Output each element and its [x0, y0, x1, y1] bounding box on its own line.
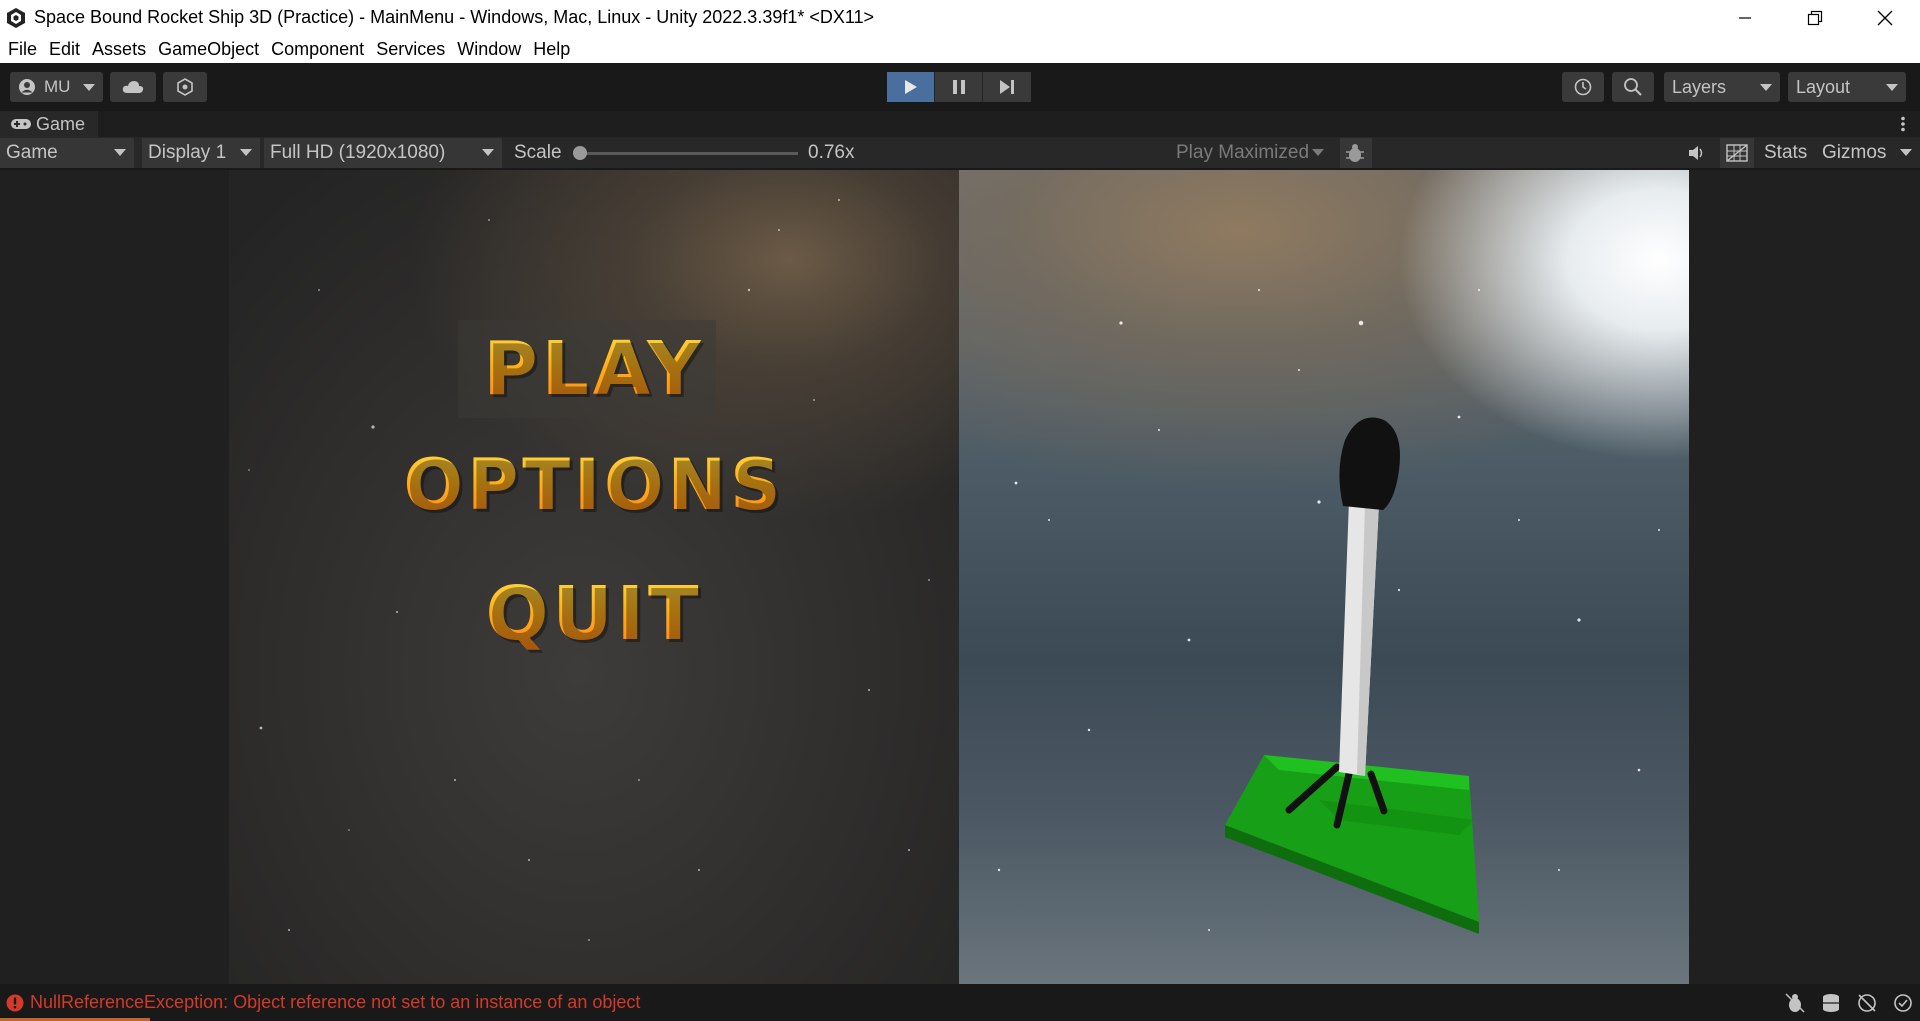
search-icon [1624, 78, 1642, 96]
play-button[interactable] [887, 72, 935, 102]
tab-game-label: Game [36, 113, 86, 134]
status-bar[interactable]: NullReferenceException: Object reference… [0, 984, 1920, 1021]
speaker-icon [1689, 146, 1703, 160]
step-icon [1000, 80, 1014, 94]
layers-label: Layers [1672, 76, 1727, 97]
close-button[interactable] [1850, 0, 1920, 35]
error-icon [6, 994, 24, 1011]
restore-button[interactable] [1780, 0, 1850, 35]
display-dropdown[interactable]: Display 1 [142, 138, 260, 168]
play-mode-dropdown[interactable]: Play Maximized [1170, 138, 1332, 168]
rocket-scene [1225, 417, 1479, 934]
chevron-down-icon [1886, 84, 1898, 91]
layout-dropdown[interactable]: Layout [1788, 72, 1906, 102]
scale-slider-handle[interactable] [573, 146, 587, 160]
playmode-controls [887, 72, 1031, 102]
chevron-down-icon [240, 149, 252, 156]
collab-icon [177, 78, 193, 96]
scale-slider-track[interactable] [580, 152, 798, 155]
menu-assets[interactable]: Assets [86, 39, 152, 60]
rocket-nose-cone [1339, 417, 1400, 510]
panel-tab-bar: Game [0, 111, 1920, 137]
stats-label: Stats [1764, 142, 1808, 163]
more-options-icon[interactable] [1900, 116, 1906, 132]
pause-icon [952, 80, 965, 94]
window-title: Space Bound Rocket Ship 3D (Practice) - … [34, 7, 875, 27]
stats-button[interactable]: Stats [1758, 138, 1814, 168]
display-label: Display 1 [148, 142, 227, 163]
close-icon [1877, 10, 1893, 25]
chevron-down-icon [1760, 84, 1772, 91]
gamepad-icon [11, 119, 31, 129]
collab-button[interactable] [163, 72, 207, 102]
chevron-down-icon [114, 149, 126, 156]
chevron-down-icon [1312, 149, 1324, 156]
menu-edit[interactable]: Edit [43, 39, 86, 60]
scale-value: 0.76x [808, 142, 855, 163]
account-dropdown[interactable]: MU [10, 72, 103, 102]
search-button[interactable] [1612, 72, 1654, 102]
menu-file[interactable]: File [2, 39, 43, 60]
chevron-down-icon [482, 149, 494, 156]
scale-label: Scale [514, 142, 562, 163]
main-toolbar: MU Layers Layout [0, 63, 1920, 111]
play-menu-button[interactable]: PLAY [229, 320, 959, 418]
window-title-bar: Space Bound Rocket Ship 3D (Practice) - … [0, 0, 1920, 35]
cache-server-icon[interactable] [1820, 992, 1842, 1014]
bug-icon [1346, 144, 1364, 162]
grid-icon [1726, 144, 1748, 162]
gizmos-label: Gizmos [1822, 142, 1887, 163]
frame-debugger-button[interactable] [1340, 138, 1372, 168]
options-menu-button[interactable]: OPTIONS [229, 440, 959, 530]
resolution-label: Full HD (1920x1080) [270, 142, 446, 163]
main-menu-panel: PLAY OPTIONS QUIT [229, 170, 959, 984]
menu-window[interactable]: Window [451, 39, 527, 60]
minimize-icon [1739, 16, 1751, 19]
chevron-down-icon [1900, 149, 1912, 156]
history-icon [1574, 78, 1592, 96]
layers-dropdown[interactable]: Layers [1664, 72, 1780, 102]
restore-icon [1807, 10, 1823, 25]
rocket-preview-panel [959, 170, 1689, 984]
menu-services[interactable]: Services [370, 39, 451, 60]
vsync-toggle-button[interactable] [1720, 138, 1754, 168]
menu-bar: File Edit Assets GameObject Component Se… [0, 35, 1920, 63]
menu-gameobject[interactable]: GameObject [152, 39, 265, 60]
pause-button[interactable] [935, 72, 983, 102]
layout-label: Layout [1796, 76, 1851, 97]
step-button[interactable] [983, 72, 1031, 102]
tab-game[interactable]: Game [0, 111, 98, 137]
progress-check-icon[interactable] [1892, 992, 1914, 1014]
view-mode-dropdown[interactable]: Game [0, 138, 134, 168]
gizmos-dropdown[interactable]: Gizmos [1816, 138, 1920, 168]
view-mode-label: Game [6, 142, 58, 163]
mute-audio-button[interactable] [1682, 138, 1712, 168]
game-viewport[interactable]: PLAY OPTIONS QUIT [0, 170, 1920, 984]
play-mode-label: Play Maximized [1176, 142, 1310, 163]
account-icon [19, 79, 35, 95]
unity-logo-icon [7, 7, 25, 28]
history-button[interactable] [1562, 72, 1604, 102]
minimize-button[interactable] [1710, 0, 1780, 35]
debug-mode-icon[interactable] [1784, 992, 1806, 1014]
cloud-button[interactable] [110, 72, 156, 102]
console-error-message[interactable]: NullReferenceException: Object reference… [30, 992, 640, 1013]
quit-menu-button[interactable]: QUIT [229, 568, 959, 660]
resolution-dropdown[interactable]: Full HD (1920x1080) [264, 138, 502, 168]
menu-help[interactable]: Help [527, 39, 576, 60]
cloud-icon [122, 81, 144, 93]
account-label: MU [44, 77, 71, 96]
game-view-toolbar: Game Display 1 Full HD (1920x1080) Scale… [0, 137, 1920, 169]
menu-component[interactable]: Component [265, 39, 370, 60]
auto-generate-lighting-icon[interactable] [1856, 992, 1878, 1014]
chevron-down-icon [83, 84, 95, 91]
play-icon [904, 80, 917, 94]
